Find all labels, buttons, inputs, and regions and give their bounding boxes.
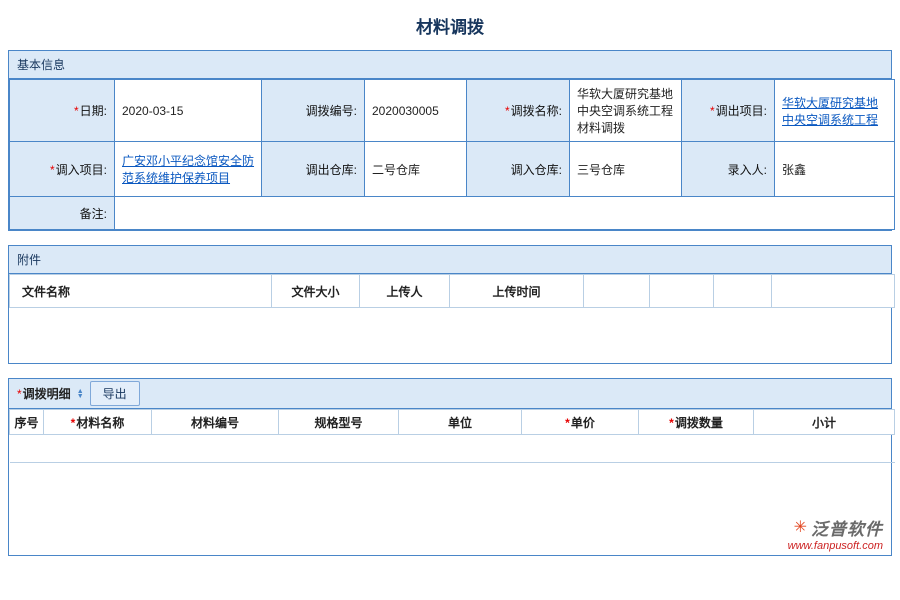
in-project-link[interactable]: 广安邓小平纪念馆安全防范系统维护保养项目 bbox=[122, 154, 254, 185]
entered-by-value: 张鑫 bbox=[775, 142, 895, 197]
brand-name: 泛普软件 bbox=[811, 515, 883, 540]
details-empty-row bbox=[10, 435, 895, 463]
in-project-label: *调入项目: bbox=[10, 142, 115, 197]
details-col-material-no: 材料编号 bbox=[152, 410, 279, 435]
attachments-col-filesize: 文件大小 bbox=[272, 275, 360, 308]
date-label: *日期: bbox=[10, 80, 115, 142]
required-mark: * bbox=[17, 387, 22, 401]
out-project-link[interactable]: 华软大厦研究基地中央空调系统工程 bbox=[782, 96, 878, 127]
transfer-no-label: 调拨编号: bbox=[262, 80, 365, 142]
required-mark: * bbox=[669, 416, 674, 430]
in-warehouse-value: 三号仓库 bbox=[570, 142, 682, 197]
details-col-unit: 单位 bbox=[399, 410, 522, 435]
attachments-table: 文件名称 文件大小 上传人 上传时间 bbox=[9, 274, 895, 308]
details-title: 调拨明细 bbox=[23, 387, 71, 401]
attachments-col-empty bbox=[584, 275, 650, 308]
required-mark: * bbox=[505, 104, 510, 118]
required-mark: * bbox=[565, 416, 570, 430]
details-empty-body bbox=[9, 463, 891, 555]
remark-value bbox=[115, 197, 895, 230]
required-mark: * bbox=[74, 104, 79, 118]
brand-website: www.fanpusoft.com bbox=[788, 540, 883, 552]
details-col-material-name: *材料名称 bbox=[44, 410, 152, 435]
details-header: *调拨明细 ▲▼ 导出 bbox=[9, 379, 891, 409]
details-col-spec: 规格型号 bbox=[279, 410, 399, 435]
export-button[interactable]: 导出 bbox=[90, 381, 140, 406]
basic-info-table: *日期: 2020-03-15 调拨编号: 2020030005 *调拨名称: … bbox=[9, 79, 895, 230]
details-col-unit-price: *单价 bbox=[522, 410, 639, 435]
fanpusoft-logo-icon: ✳ bbox=[794, 520, 807, 536]
in-warehouse-label: 调入仓库: bbox=[467, 142, 570, 197]
attachments-section: 附件 文件名称 文件大小 上传人 上传时间 bbox=[8, 245, 892, 364]
brand-footer: ✳ 泛普软件 www.fanpusoft.com bbox=[788, 515, 883, 552]
attachments-col-filename: 文件名称 bbox=[10, 275, 272, 308]
out-project-value: 华软大厦研究基地中央空调系统工程 bbox=[775, 80, 895, 142]
date-value: 2020-03-15 bbox=[115, 80, 262, 142]
required-mark: * bbox=[50, 163, 55, 177]
attachments-empty-body bbox=[9, 308, 891, 363]
out-project-label: *调出项目: bbox=[682, 80, 775, 142]
details-col-seq: 序号 bbox=[10, 410, 44, 435]
required-mark: * bbox=[710, 104, 715, 118]
details-table: 序号 *材料名称 材料编号 规格型号 单位 *单价 *调拨数量 小计 bbox=[9, 409, 895, 463]
transfer-name-value: 华软大厦研究基地中央空调系统工程材料调拨 bbox=[570, 80, 682, 142]
entered-by-label: 录入人: bbox=[682, 142, 775, 197]
out-warehouse-value: 二号仓库 bbox=[365, 142, 467, 197]
sort-icon[interactable]: ▲▼ bbox=[77, 389, 84, 399]
details-col-subtotal: 小计 bbox=[754, 410, 895, 435]
attachments-col-empty bbox=[772, 275, 895, 308]
attachments-col-empty bbox=[714, 275, 772, 308]
basic-info-section: 基本信息 *日期: 2020-03-15 调拨编号: 2020030005 *调… bbox=[8, 50, 892, 231]
details-col-quantity: *调拨数量 bbox=[639, 410, 754, 435]
page-title: 材料调拨 bbox=[0, 0, 900, 50]
basic-info-header: 基本信息 bbox=[9, 51, 891, 79]
details-section: *调拨明细 ▲▼ 导出 序号 *材料名称 材料编号 规格型号 单位 *单价 *调… bbox=[8, 378, 892, 556]
transfer-no-value: 2020030005 bbox=[365, 80, 467, 142]
attachments-header: 附件 bbox=[9, 246, 891, 274]
attachments-col-uploader: 上传人 bbox=[360, 275, 450, 308]
remark-label: 备注: bbox=[10, 197, 115, 230]
attachments-col-empty bbox=[650, 275, 714, 308]
required-mark: * bbox=[71, 416, 76, 430]
transfer-name-label: *调拨名称: bbox=[467, 80, 570, 142]
in-project-value: 广安邓小平纪念馆安全防范系统维护保养项目 bbox=[115, 142, 262, 197]
attachments-col-uploadtime: 上传时间 bbox=[450, 275, 584, 308]
out-warehouse-label: 调出仓库: bbox=[262, 142, 365, 197]
